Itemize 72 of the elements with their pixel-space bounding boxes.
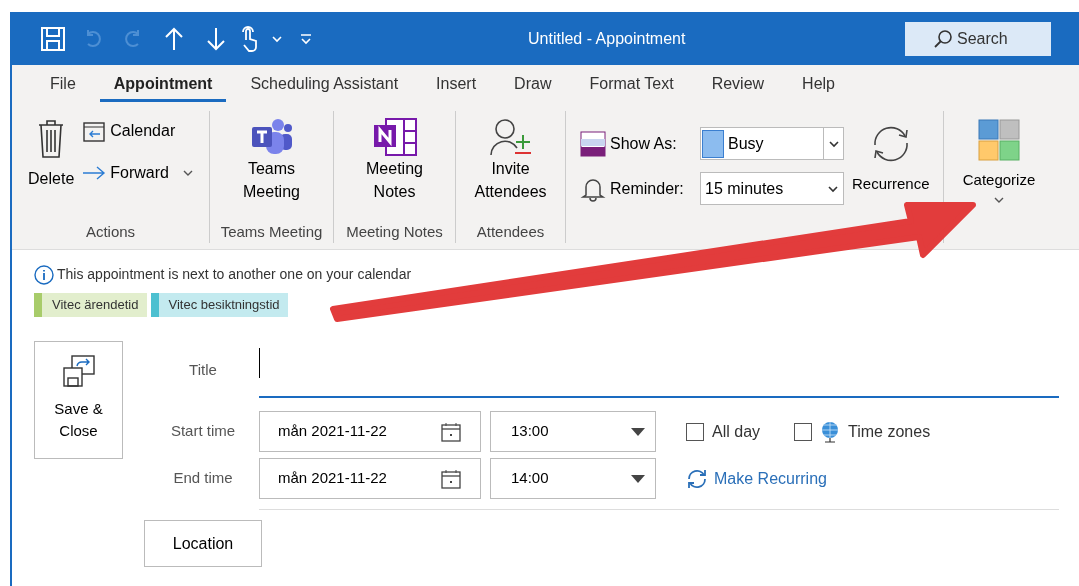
busy-swatch-icon (702, 129, 724, 158)
add-person-icon (488, 117, 533, 157)
forward-button[interactable]: Forward (82, 161, 193, 185)
checkbox-label: Time zones (848, 421, 931, 442)
show-as-dropdown[interactable]: Busy (700, 127, 844, 160)
caret-icon (994, 195, 1004, 204)
meeting-notes-button[interactable]: Meeting Notes (349, 111, 440, 221)
recurrence-button[interactable]: Recurrence (852, 123, 930, 196)
ribbon-tab[interactable]: Help (788, 68, 849, 102)
ribbon-tab[interactable]: Scheduling Assistant (236, 68, 413, 102)
categorize-button[interactable]: Categorize (944, 105, 1054, 249)
show-as-label: Show As: (610, 133, 678, 154)
caret-icon[interactable] (272, 34, 282, 43)
caret-icon (828, 184, 838, 193)
group-label: Teams Meeting (220, 221, 323, 242)
category-tag: Vitec ärendetid (34, 293, 147, 317)
delete-button[interactable]: Delete (28, 119, 75, 221)
field-label: Title (188, 359, 218, 380)
group-label: Meeting Notes (346, 221, 443, 242)
calendar-icon (82, 119, 107, 143)
down-arrow-icon[interactable] (206, 25, 226, 52)
invite-attendees-button[interactable]: Invite Attendees (465, 111, 556, 221)
globe-icon (820, 420, 841, 443)
calendar-icon[interactable] (440, 467, 462, 490)
ribbon-tab[interactable]: Format Text (575, 68, 688, 102)
make-recurring-link[interactable]: Make Recurring (686, 466, 827, 491)
save-close-button[interactable]: Save & Close (34, 341, 123, 459)
time-dropdown[interactable]: 13:00 (490, 411, 656, 452)
dropdown-value: Busy (728, 133, 765, 154)
field-label: Start time (169, 421, 237, 442)
ribbon-tab[interactable]: File (36, 68, 90, 102)
recurrence-icon (686, 468, 708, 489)
checkbox-label: All day (712, 421, 761, 442)
customize-icon[interactable] (300, 31, 312, 46)
group-label: Actions (85, 221, 136, 242)
search-icon (933, 28, 953, 49)
ribbon-tab[interactable]: Appointment (99, 68, 227, 102)
color-grid-icon (978, 119, 1020, 161)
teams-icon (249, 117, 294, 157)
touch-icon[interactable] (240, 25, 260, 52)
category-tag: Vitec besiktningstid (150, 293, 288, 317)
calendar-icon[interactable] (440, 420, 462, 443)
dropdown-value: 15 minutes (705, 178, 785, 199)
save-icon[interactable] (40, 25, 66, 52)
search-field[interactable]: Search (905, 21, 1051, 56)
ribbon-tab[interactable]: Draw (500, 68, 566, 102)
dropdown-arrow-icon (631, 427, 645, 436)
reminder-dropdown[interactable]: 15 minutes (700, 172, 844, 205)
window-title: Untitled - Appointment (528, 28, 686, 49)
dropdown-arrow-icon (631, 474, 645, 483)
caret-icon (182, 169, 193, 177)
ribbon-tab[interactable]: Review (697, 68, 779, 102)
time-dropdown[interactable]: 14:00 (490, 458, 656, 499)
location-button[interactable]: Location (144, 520, 262, 567)
save-close-icon (61, 354, 96, 388)
checkbox[interactable] (686, 422, 704, 441)
date-field[interactable]: mån 2021-11-22 (259, 458, 481, 499)
date-field[interactable]: mån 2021-11-22 (259, 411, 481, 452)
show-as-icon (580, 130, 606, 157)
field-label: End time (172, 468, 234, 489)
info-icon (34, 264, 54, 285)
checkbox[interactable] (794, 422, 813, 441)
up-arrow-icon[interactable] (164, 25, 184, 52)
caret-icon (828, 139, 839, 148)
info-message: This appointment is next to another one on your calendar (57, 265, 412, 284)
onenote-icon (371, 117, 418, 157)
reminder-label: Reminder: (610, 178, 685, 199)
ribbon-tab[interactable]: Insert (422, 68, 491, 102)
group-label: Attendees (476, 221, 545, 242)
calendar-button[interactable]: Calendar (82, 119, 193, 143)
teams-meeting-button[interactable]: Teams Meeting (226, 111, 317, 221)
right-arrow-icon (82, 165, 107, 181)
